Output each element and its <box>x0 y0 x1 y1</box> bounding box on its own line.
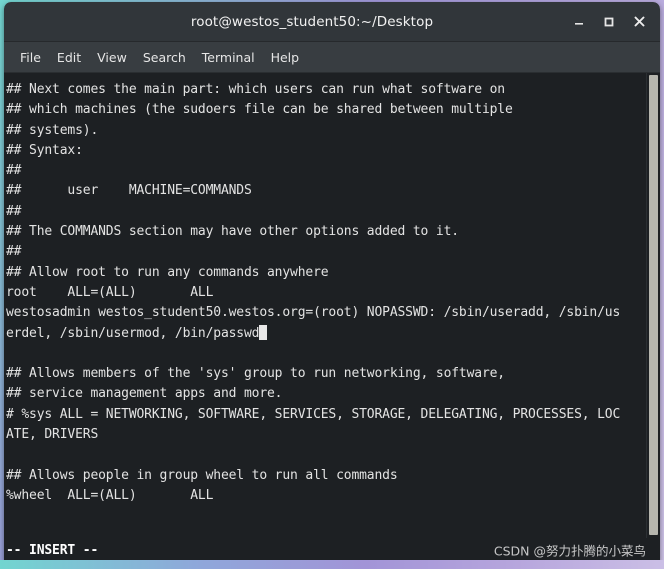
terminal-line-text: westosadmin westos_student50.westos.org=… <box>6 305 621 321</box>
terminal-line-text: ATE, DRIVERS <box>6 427 99 443</box>
terminal-line-text: erdel, /sbin/usermod, /bin/passwd <box>6 325 260 341</box>
csdn-watermark: CSDN @努力扑腾的小菜鸟 <box>493 543 646 559</box>
terminal-line: ## Syntax: <box>6 141 646 161</box>
terminal-line: ## Allow root to run any commands anywhe… <box>6 263 646 283</box>
minimize-icon <box>575 22 583 25</box>
vim-mode-indicator: -- INSERT -- <box>6 542 99 558</box>
terminal-screen[interactable]: ## Next comes the main part: which users… <box>4 73 646 538</box>
terminal-line-text: # %sys ALL = NETWORKING, SOFTWARE, SERVI… <box>6 406 621 422</box>
terminal-line: westosadmin westos_student50.westos.org=… <box>6 303 646 323</box>
window-title: root@westos_student50:~/Desktop <box>190 13 434 30</box>
terminal-area: ## Next comes the main part: which users… <box>4 73 660 538</box>
terminal-line-text: ## <box>6 163 22 179</box>
close-button[interactable] <box>624 7 654 37</box>
terminal-scrollbar[interactable] <box>646 73 660 538</box>
terminal-text-buffer: ## Next comes the main part: which users… <box>6 80 646 506</box>
terminal-line: %wheel ALL=(ALL) ALL <box>6 486 646 506</box>
vim-statusbar: -- INSERT -- CSDN @努力扑腾的小菜鸟 <box>4 538 660 562</box>
terminal-line-text: ## Next comes the main part: which users… <box>6 82 505 97</box>
terminal-line-text: ## Allows people in group wheel to run a… <box>6 467 398 483</box>
terminal-line: erdel, /sbin/usermod, /bin/passwd <box>6 324 646 344</box>
terminal-line: ## service management apps and more. <box>6 384 646 404</box>
terminal-line-text: ## user MACHINE=COMMANDS <box>6 183 252 199</box>
menu-item-help[interactable]: Help <box>263 47 308 68</box>
terminal-line-text: ## Allows members of the 'sys' group to … <box>6 366 505 382</box>
terminal-line: ## The COMMANDS section may have other o… <box>6 222 646 242</box>
terminal-line: ATE, DRIVERS <box>6 425 646 445</box>
terminal-line-text: ## <box>6 203 22 219</box>
text-cursor <box>259 324 268 340</box>
menu-item-search[interactable]: Search <box>135 47 194 68</box>
window-controls <box>564 2 654 41</box>
terminal-line: ## Next comes the main part: which users… <box>6 80 646 100</box>
terminal-line: ## Allows people in group wheel to run a… <box>6 466 646 486</box>
terminal-line-text: ## The COMMANDS section may have other o… <box>6 224 459 240</box>
menubar: File Edit View Search Terminal Help <box>4 42 660 73</box>
terminal-line: # %sys ALL = NETWORKING, SOFTWARE, SERVI… <box>6 405 646 425</box>
terminal-line: ## <box>6 202 646 222</box>
terminal-line: ## which machines (the sudoers file can … <box>6 100 646 120</box>
terminal-line-text: ## service management apps and more. <box>6 386 283 402</box>
desktop-bottom-strip <box>0 560 664 569</box>
menu-item-file[interactable]: File <box>12 47 49 68</box>
scrollbar-thumb[interactable] <box>649 75 658 535</box>
terminal-line-text: root ALL=(ALL) ALL <box>6 284 214 300</box>
menu-item-view[interactable]: View <box>89 47 135 68</box>
terminal-line: ## Allows members of the 'sys' group to … <box>6 364 646 384</box>
terminal-line: ## user MACHINE=COMMANDS <box>6 181 646 201</box>
close-icon <box>634 16 644 27</box>
terminal-line: ## systems). <box>6 121 646 141</box>
terminal-line-text: ## Syntax: <box>6 142 83 158</box>
menu-item-edit[interactable]: Edit <box>49 47 89 68</box>
terminal-line: ## <box>6 242 646 262</box>
minimize-button[interactable] <box>564 7 594 37</box>
terminal-line-text: ## which machines (the sudoers file can … <box>6 102 513 118</box>
maximize-button[interactable] <box>594 7 624 37</box>
maximize-icon <box>604 17 614 26</box>
terminal-line: root ALL=(ALL) ALL <box>6 283 646 303</box>
terminal-line-text: %wheel ALL=(ALL) ALL <box>6 487 214 503</box>
terminal-line: ## <box>6 161 646 181</box>
terminal-line-text: ## Allow root to run any commands anywhe… <box>6 264 329 280</box>
menu-item-terminal[interactable]: Terminal <box>194 47 263 68</box>
terminal-window: root@westos_student50:~/Desktop File Edi… <box>4 2 660 562</box>
terminal-line-text: ## systems). <box>6 122 99 138</box>
desktop-background: root@westos_student50:~/Desktop File Edi… <box>0 0 664 569</box>
window-titlebar[interactable]: root@westos_student50:~/Desktop <box>4 2 660 42</box>
terminal-line-text: ## <box>6 244 22 260</box>
